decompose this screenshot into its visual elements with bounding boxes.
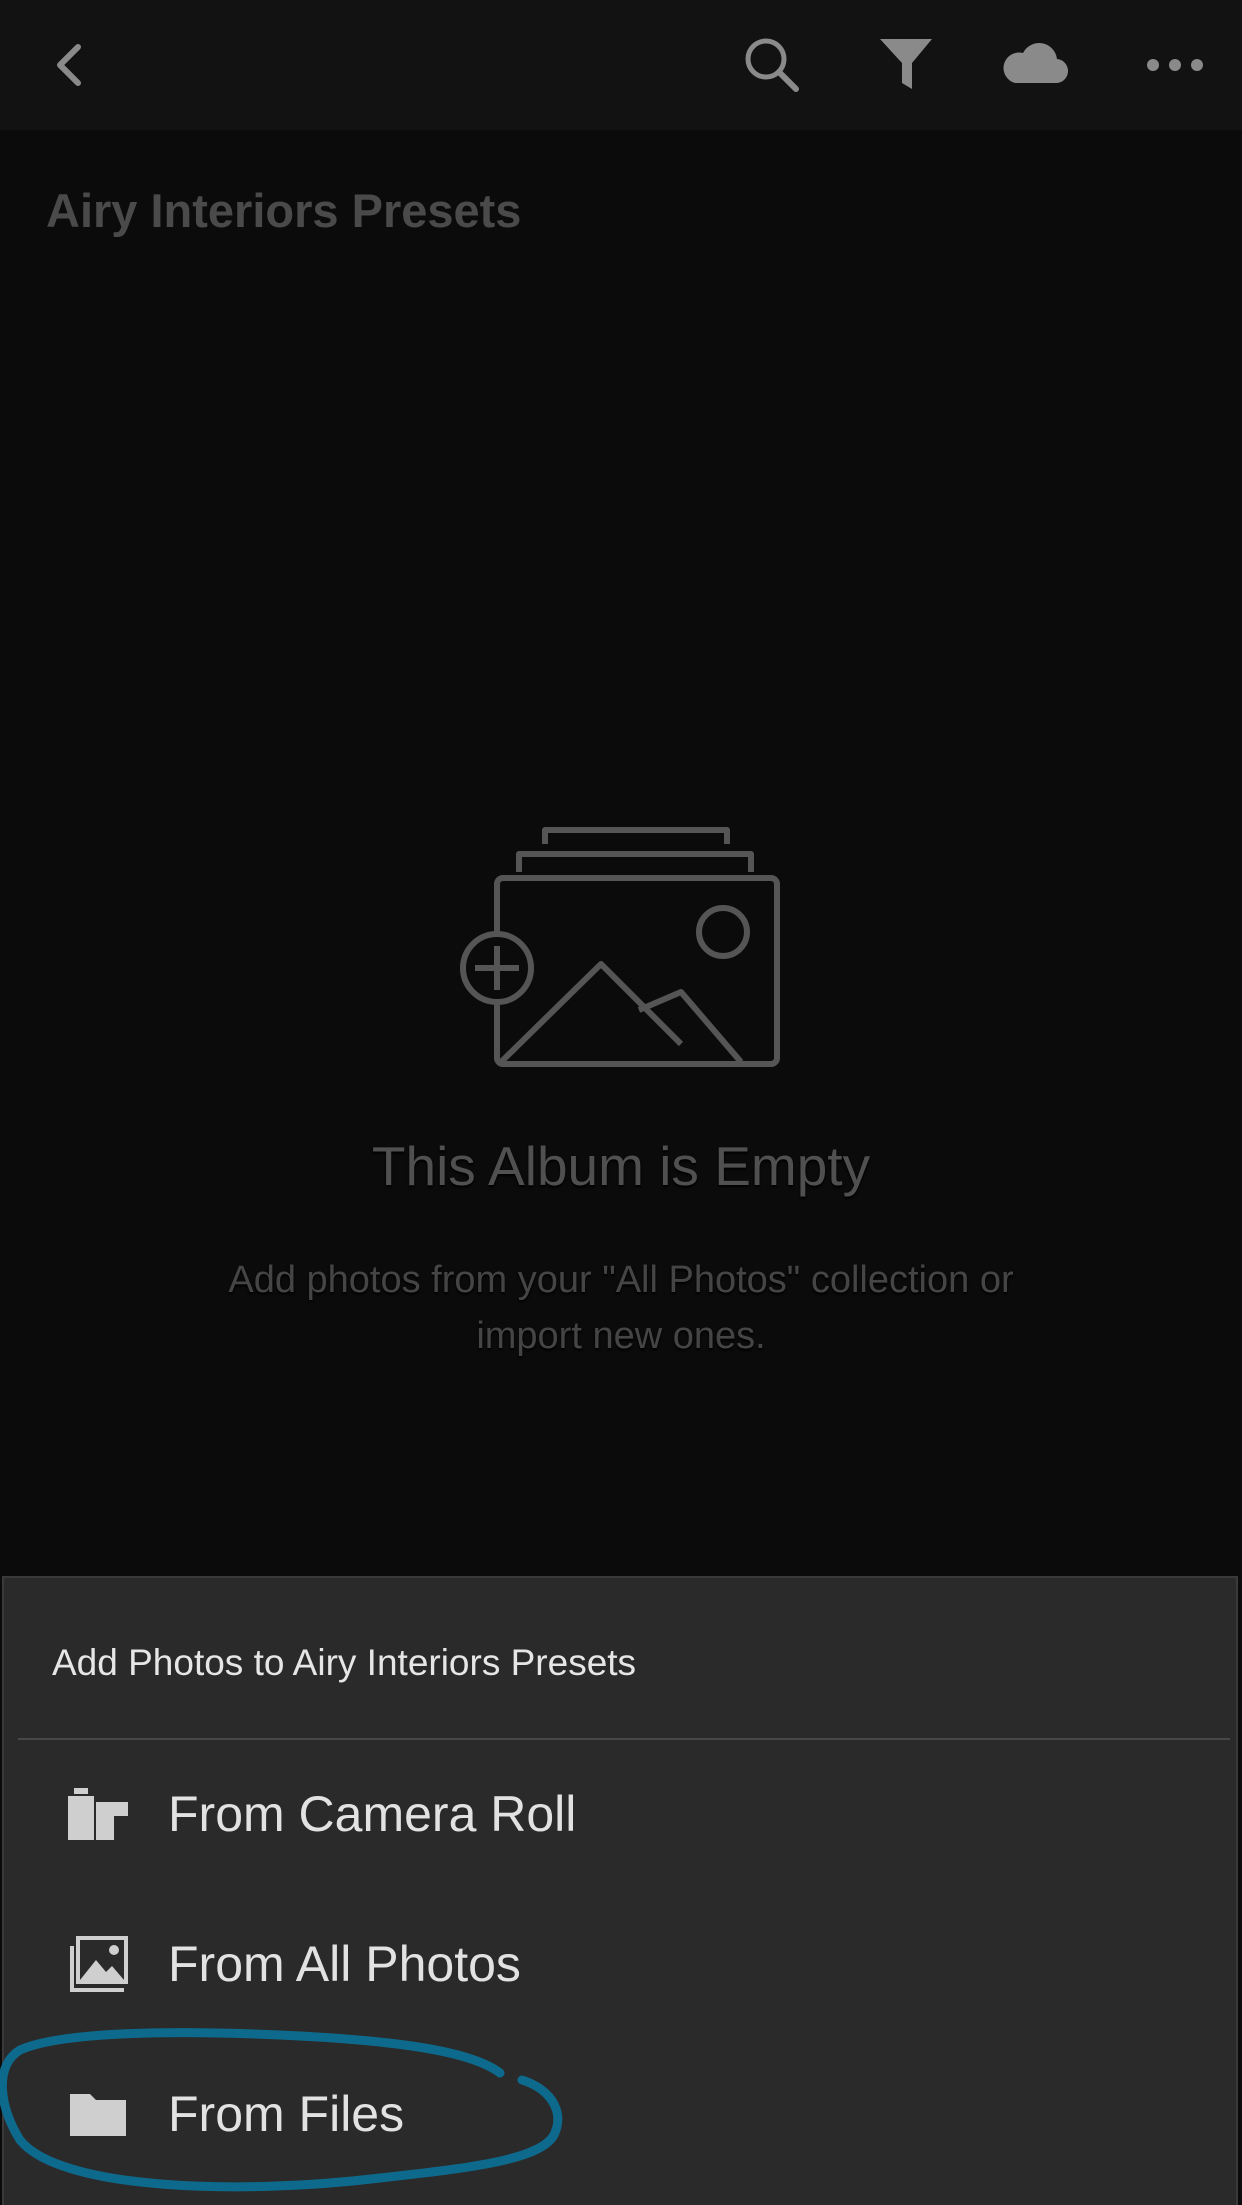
sheet-title: Add Photos to Airy Interiors Presets: [52, 1642, 637, 1683]
add-photos-sheet: Add Photos to Airy Interiors Presets Fro…: [2, 1576, 1238, 2205]
option-label: From Camera Roll: [168, 1786, 577, 1842]
back-button[interactable]: [30, 25, 110, 105]
add-photo-icon: [460, 827, 780, 1067]
chevron-left-icon: [57, 44, 81, 86]
camera-roll-icon: [68, 1788, 128, 1840]
empty-album-illustration: [455, 822, 795, 1076]
option-label: From All Photos: [168, 1936, 521, 1992]
search-icon: [745, 38, 799, 92]
cloud-sync-button[interactable]: [995, 25, 1075, 105]
from-all-photos-option[interactable]: From All Photos: [44, 1904, 1194, 2024]
photos-icon: [70, 1936, 128, 1992]
search-button[interactable]: [732, 25, 812, 105]
empty-album-title: This Album is Empty: [371, 1135, 871, 1197]
more-button[interactable]: [1135, 25, 1215, 105]
from-files-option[interactable]: From Files: [44, 2054, 1194, 2174]
filter-icon: [880, 39, 932, 89]
option-label: From Files: [168, 2086, 405, 2142]
empty-album-description: Add photos from your "All Photos" collec…: [228, 1259, 1014, 1357]
divider: [18, 1738, 1230, 1740]
album-title: Airy Interiors Presets: [46, 184, 522, 237]
from-camera-roll-option[interactable]: From Camera Roll: [44, 1754, 1194, 1874]
top-nav-bar: [0, 0, 1242, 130]
filter-button[interactable]: [866, 25, 946, 105]
cloud-icon: [1003, 43, 1069, 84]
more-icon: [1147, 59, 1203, 71]
folder-icon: [70, 2094, 126, 2136]
